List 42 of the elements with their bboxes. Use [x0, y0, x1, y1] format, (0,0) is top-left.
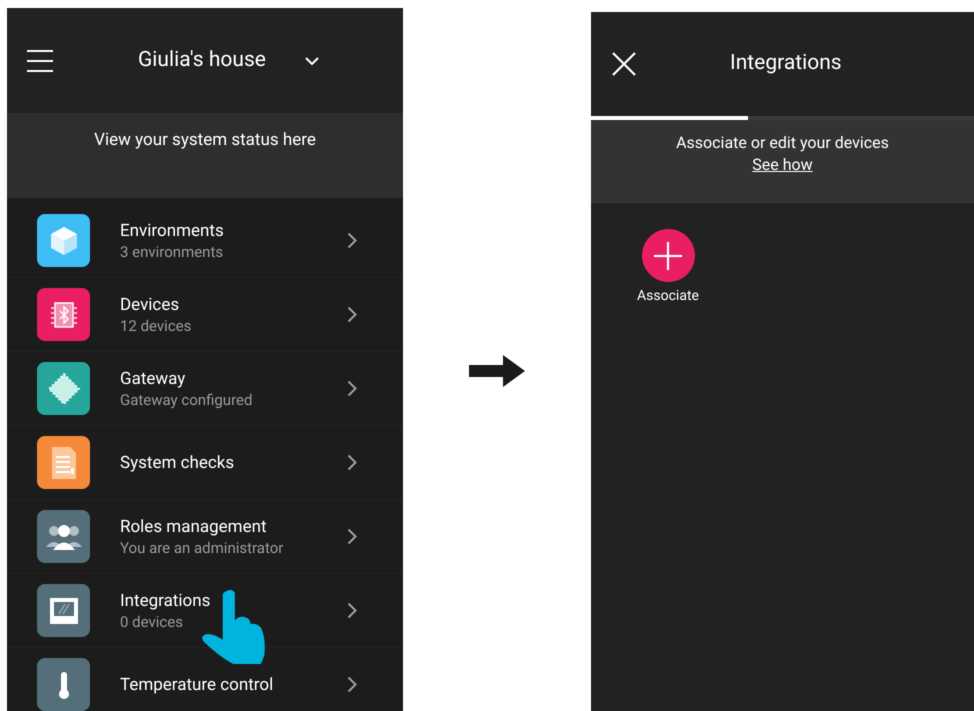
chip-icon [46, 372, 80, 406]
menu-item-subtitle: 12 devices [120, 316, 192, 336]
menu-item-title: Roles management [120, 516, 268, 538]
chevron-right-icon [347, 306, 357, 323]
menu-item-subtitle: 0 devices [120, 612, 184, 632]
menu-item-subtitle: You are an administrator [120, 538, 284, 558]
add-button-label: Associate [637, 287, 699, 306]
screen-title: Integrations [730, 50, 842, 78]
status-text: View your system status here [94, 129, 316, 152]
users-icon [44, 522, 82, 550]
menu-item[interactable]: System checks [7, 426, 403, 500]
thermometer-icon [58, 670, 70, 700]
menu-icon[interactable] [27, 50, 53, 72]
plus-icon [653, 240, 683, 270]
chevron-right-icon [347, 380, 357, 397]
info-text: Associate or edit your devices [676, 132, 889, 154]
menu-item[interactable]: Environments 3 environments [7, 204, 403, 278]
document-icon [50, 446, 78, 480]
menu-item-title: Gateway [120, 368, 186, 390]
menu-item-title: Devices [120, 294, 180, 316]
cube-icon [48, 224, 78, 256]
menu-item-subtitle: Gateway configured [120, 390, 254, 410]
house-title: Giulia's house [138, 46, 266, 74]
menu-item-title: Environments [120, 220, 225, 242]
menu-item-title: Integrations [120, 590, 212, 612]
see-how-link[interactable]: See how [752, 154, 813, 176]
chevron-down-icon[interactable] [304, 56, 320, 66]
chevron-right-icon [347, 676, 357, 693]
status-banner[interactable]: View your system status here [7, 113, 403, 198]
menu-item-subtitle: 3 environments [120, 242, 224, 262]
picture-frame-icon [48, 596, 78, 624]
menu-item[interactable]: Roles management You are an administrator [7, 500, 403, 574]
menu-item[interactable]: Devices 12 devices [7, 278, 403, 352]
menu-item-title: Temperature control [120, 674, 274, 696]
menu-item-title: System checks [120, 452, 236, 474]
chevron-right-icon [347, 528, 357, 545]
chevron-right-icon [347, 602, 357, 619]
right-arrow-icon [469, 354, 525, 386]
close-icon[interactable] [611, 51, 637, 77]
menu-item[interactable]: Gateway Gateway configured [7, 352, 403, 426]
chevron-right-icon [347, 454, 357, 471]
chevron-right-icon [347, 232, 357, 249]
